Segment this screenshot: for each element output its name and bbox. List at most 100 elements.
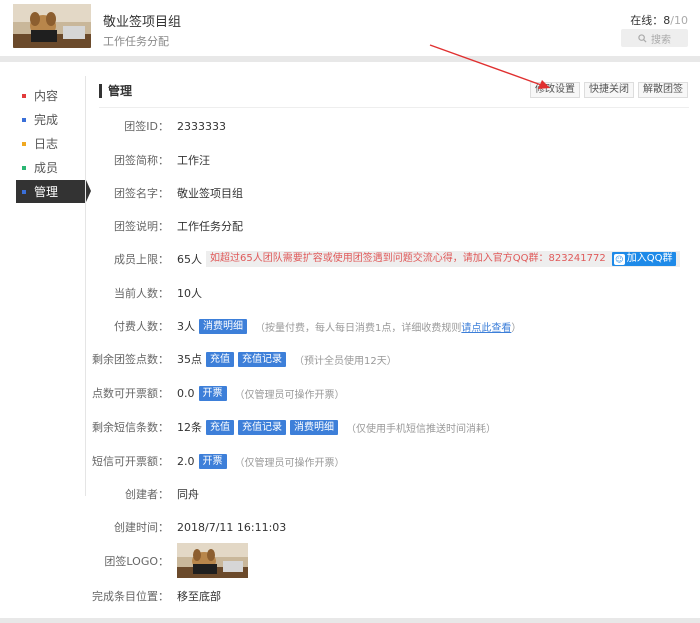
field-value: 工作汪 bbox=[177, 154, 210, 167]
edit-settings-button[interactable]: 修改设置 bbox=[530, 82, 580, 98]
group-name: 敬业签项目组 bbox=[103, 15, 182, 30]
field-label: 团签说明： bbox=[114, 220, 169, 233]
sidebar-item-label: 完成 bbox=[34, 113, 59, 127]
field-description: 团签说明： 工作任务分配 bbox=[90, 217, 247, 235]
sidebar-item-label: 成员 bbox=[34, 161, 59, 175]
sms-invoice-button[interactable]: 开票 bbox=[198, 453, 227, 469]
dot-icon bbox=[22, 141, 26, 146]
action-buttons: 修改设置 快捷关闭 解散团签 bbox=[530, 82, 688, 98]
bottom-bar bbox=[0, 618, 700, 623]
sidebar-item-done[interactable]: 完成 bbox=[16, 108, 86, 131]
dot-icon bbox=[22, 165, 26, 170]
sms-hint: （仅使用手机短信推送时间消耗） bbox=[346, 423, 496, 435]
recharge-button[interactable]: 充值 bbox=[206, 351, 234, 367]
join-qq-group-button[interactable]: ☺ 加入QQ群 bbox=[611, 252, 677, 266]
consumption-detail-button[interactable]: 消费明细 bbox=[199, 318, 247, 334]
sidebar-item-manage[interactable]: 管理 bbox=[16, 180, 91, 203]
field-label: 成员上限： bbox=[114, 253, 169, 266]
field-done-position: 完成条目位置： 移至底部 bbox=[90, 587, 225, 605]
header-divider bbox=[0, 56, 700, 62]
billing-hint-end: ） bbox=[511, 322, 522, 334]
sms-recharge-button[interactable]: 充值 bbox=[206, 419, 234, 435]
search-box[interactable]: 搜索 bbox=[621, 29, 688, 47]
sidebar-divider bbox=[85, 76, 86, 496]
field-invoice-sms: 短信可开票额： 2.0 开票 （仅管理员可操作开票） bbox=[90, 452, 345, 470]
sidebar-item-label: 管理 bbox=[34, 185, 59, 199]
field-paid-members: 付费人数： 3人 消费明细 （按量付费，每人每日消费1点，详细收费规则请点此查看… bbox=[90, 317, 521, 335]
group-description: 工作任务分配 bbox=[103, 35, 169, 48]
billing-hint: （按量付费，每人每日消费1点，详细收费规则请点此查看） bbox=[255, 319, 521, 334]
shortcut-close-button[interactable]: 快捷关闭 bbox=[584, 82, 634, 98]
dot-icon bbox=[22, 93, 26, 98]
group-avatar[interactable] bbox=[13, 4, 91, 48]
sidebar-item-label: 日志 bbox=[34, 137, 59, 151]
field-id: 团签ID： 2333333 bbox=[90, 117, 230, 135]
online-status: 在线：8/10 bbox=[630, 12, 688, 28]
field-current-members: 当前人数： 10人 bbox=[90, 284, 206, 302]
field-label: 创建者： bbox=[125, 488, 169, 501]
title-divider bbox=[99, 107, 689, 108]
page-title: 管理 bbox=[99, 84, 132, 98]
field-value: 2.0 bbox=[177, 454, 195, 468]
field-points: 剩余团签点数： 35点 充值 充值记录 （预计全员使用12天） bbox=[90, 350, 397, 368]
billing-rules-link[interactable]: 请点此查看 bbox=[461, 323, 511, 334]
billing-hint-text: （按量付费，每人每日消费1点，详细收费规则 bbox=[255, 322, 462, 334]
header: 敬业签项目组 工作任务分配 在线：8/10 搜索 bbox=[0, 0, 700, 56]
dot-icon bbox=[22, 117, 26, 122]
search-placeholder: 搜索 bbox=[651, 34, 671, 46]
field-label: 创建时间： bbox=[114, 521, 169, 534]
field-label: 团签简称： bbox=[114, 154, 169, 167]
sms-invoice-hint: （仅管理员可操作开票） bbox=[234, 457, 345, 469]
sidebar-item-content[interactable]: 内容 bbox=[16, 84, 86, 107]
recharge-record-button[interactable]: 充值记录 bbox=[238, 351, 286, 367]
field-name: 团签名字： 敬业签项目组 bbox=[90, 184, 247, 202]
join-qq-label: 加入QQ群 bbox=[626, 253, 673, 264]
online-max: /10 bbox=[670, 14, 688, 27]
invoice-hint: （仅管理员可操作开票） bbox=[234, 389, 345, 401]
limit-warning-text: 如超过65人团队需要扩容或使用团签遇到问题交流心得，请加入官方QQ群：82324… bbox=[210, 253, 606, 264]
field-value: 2333333 bbox=[177, 119, 226, 133]
qq-icon: ☺ bbox=[613, 253, 625, 265]
online-label: 在线： bbox=[630, 14, 664, 27]
field-value[interactable]: 移至底部 bbox=[177, 588, 221, 604]
field-label: 完成条目位置： bbox=[92, 590, 169, 603]
field-sms: 剩余短信条数： 12条 充值 充值记录 消费明细 （仅使用手机短信推送时间消耗） bbox=[90, 418, 496, 436]
dot-icon bbox=[22, 189, 26, 194]
field-value: 敬业签项目组 bbox=[177, 187, 243, 200]
field-logo: 团签LOGO： bbox=[90, 543, 248, 578]
field-label: 点数可开票额： bbox=[92, 387, 169, 400]
invoice-button[interactable]: 开票 bbox=[198, 385, 227, 401]
field-label: 剩余团签点数： bbox=[92, 353, 169, 366]
field-value: 12条 bbox=[177, 421, 202, 434]
field-label: 团签LOGO： bbox=[104, 554, 169, 568]
points-hint: （预计全员使用12天） bbox=[294, 355, 397, 367]
field-label: 剩余短信条数： bbox=[92, 421, 169, 434]
limit-warning: 如超过65人团队需要扩容或使用团签遇到问题交流心得，请加入官方QQ群：82324… bbox=[206, 251, 681, 267]
field-value: 同舟 bbox=[177, 488, 199, 501]
sidebar: 内容 完成 日志 成员 管理 bbox=[16, 84, 91, 204]
field-creator: 创建者： 同舟 bbox=[90, 485, 203, 503]
sms-recharge-record-button[interactable]: 充值记录 bbox=[238, 419, 286, 435]
field-label: 团签名字： bbox=[114, 187, 169, 200]
sidebar-item-label: 内容 bbox=[34, 89, 59, 103]
field-value: 2018/7/11 16:11:03 bbox=[177, 520, 287, 534]
field-label: 当前人数： bbox=[114, 287, 169, 300]
field-member-limit: 成员上限： 65人 如超过65人团队需要扩容或使用团签遇到问题交流心得，请加入官… bbox=[90, 250, 681, 268]
field-value: 10人 bbox=[177, 287, 202, 300]
sidebar-item-log[interactable]: 日志 bbox=[16, 132, 86, 155]
field-value: 0.0 bbox=[177, 386, 195, 400]
sms-consumption-detail-button[interactable]: 消费明细 bbox=[290, 419, 338, 435]
field-value: 工作任务分配 bbox=[177, 220, 243, 233]
field-label: 付费人数： bbox=[114, 320, 169, 333]
sidebar-item-members[interactable]: 成员 bbox=[16, 156, 86, 179]
field-short-name: 团签简称： 工作汪 bbox=[90, 151, 214, 169]
group-logo-image[interactable] bbox=[177, 543, 248, 578]
dissolve-group-button[interactable]: 解散团签 bbox=[638, 82, 688, 98]
field-label: 团签ID： bbox=[124, 120, 169, 133]
field-value: 35点 bbox=[177, 353, 202, 366]
field-value: 65人 bbox=[177, 253, 202, 266]
search-icon bbox=[638, 33, 647, 43]
field-created-at: 创建时间： 2018/7/11 16:11:03 bbox=[90, 518, 290, 536]
field-invoice-points: 点数可开票额： 0.0 开票 （仅管理员可操作开票） bbox=[90, 384, 345, 402]
field-value: 3人 bbox=[177, 320, 195, 333]
